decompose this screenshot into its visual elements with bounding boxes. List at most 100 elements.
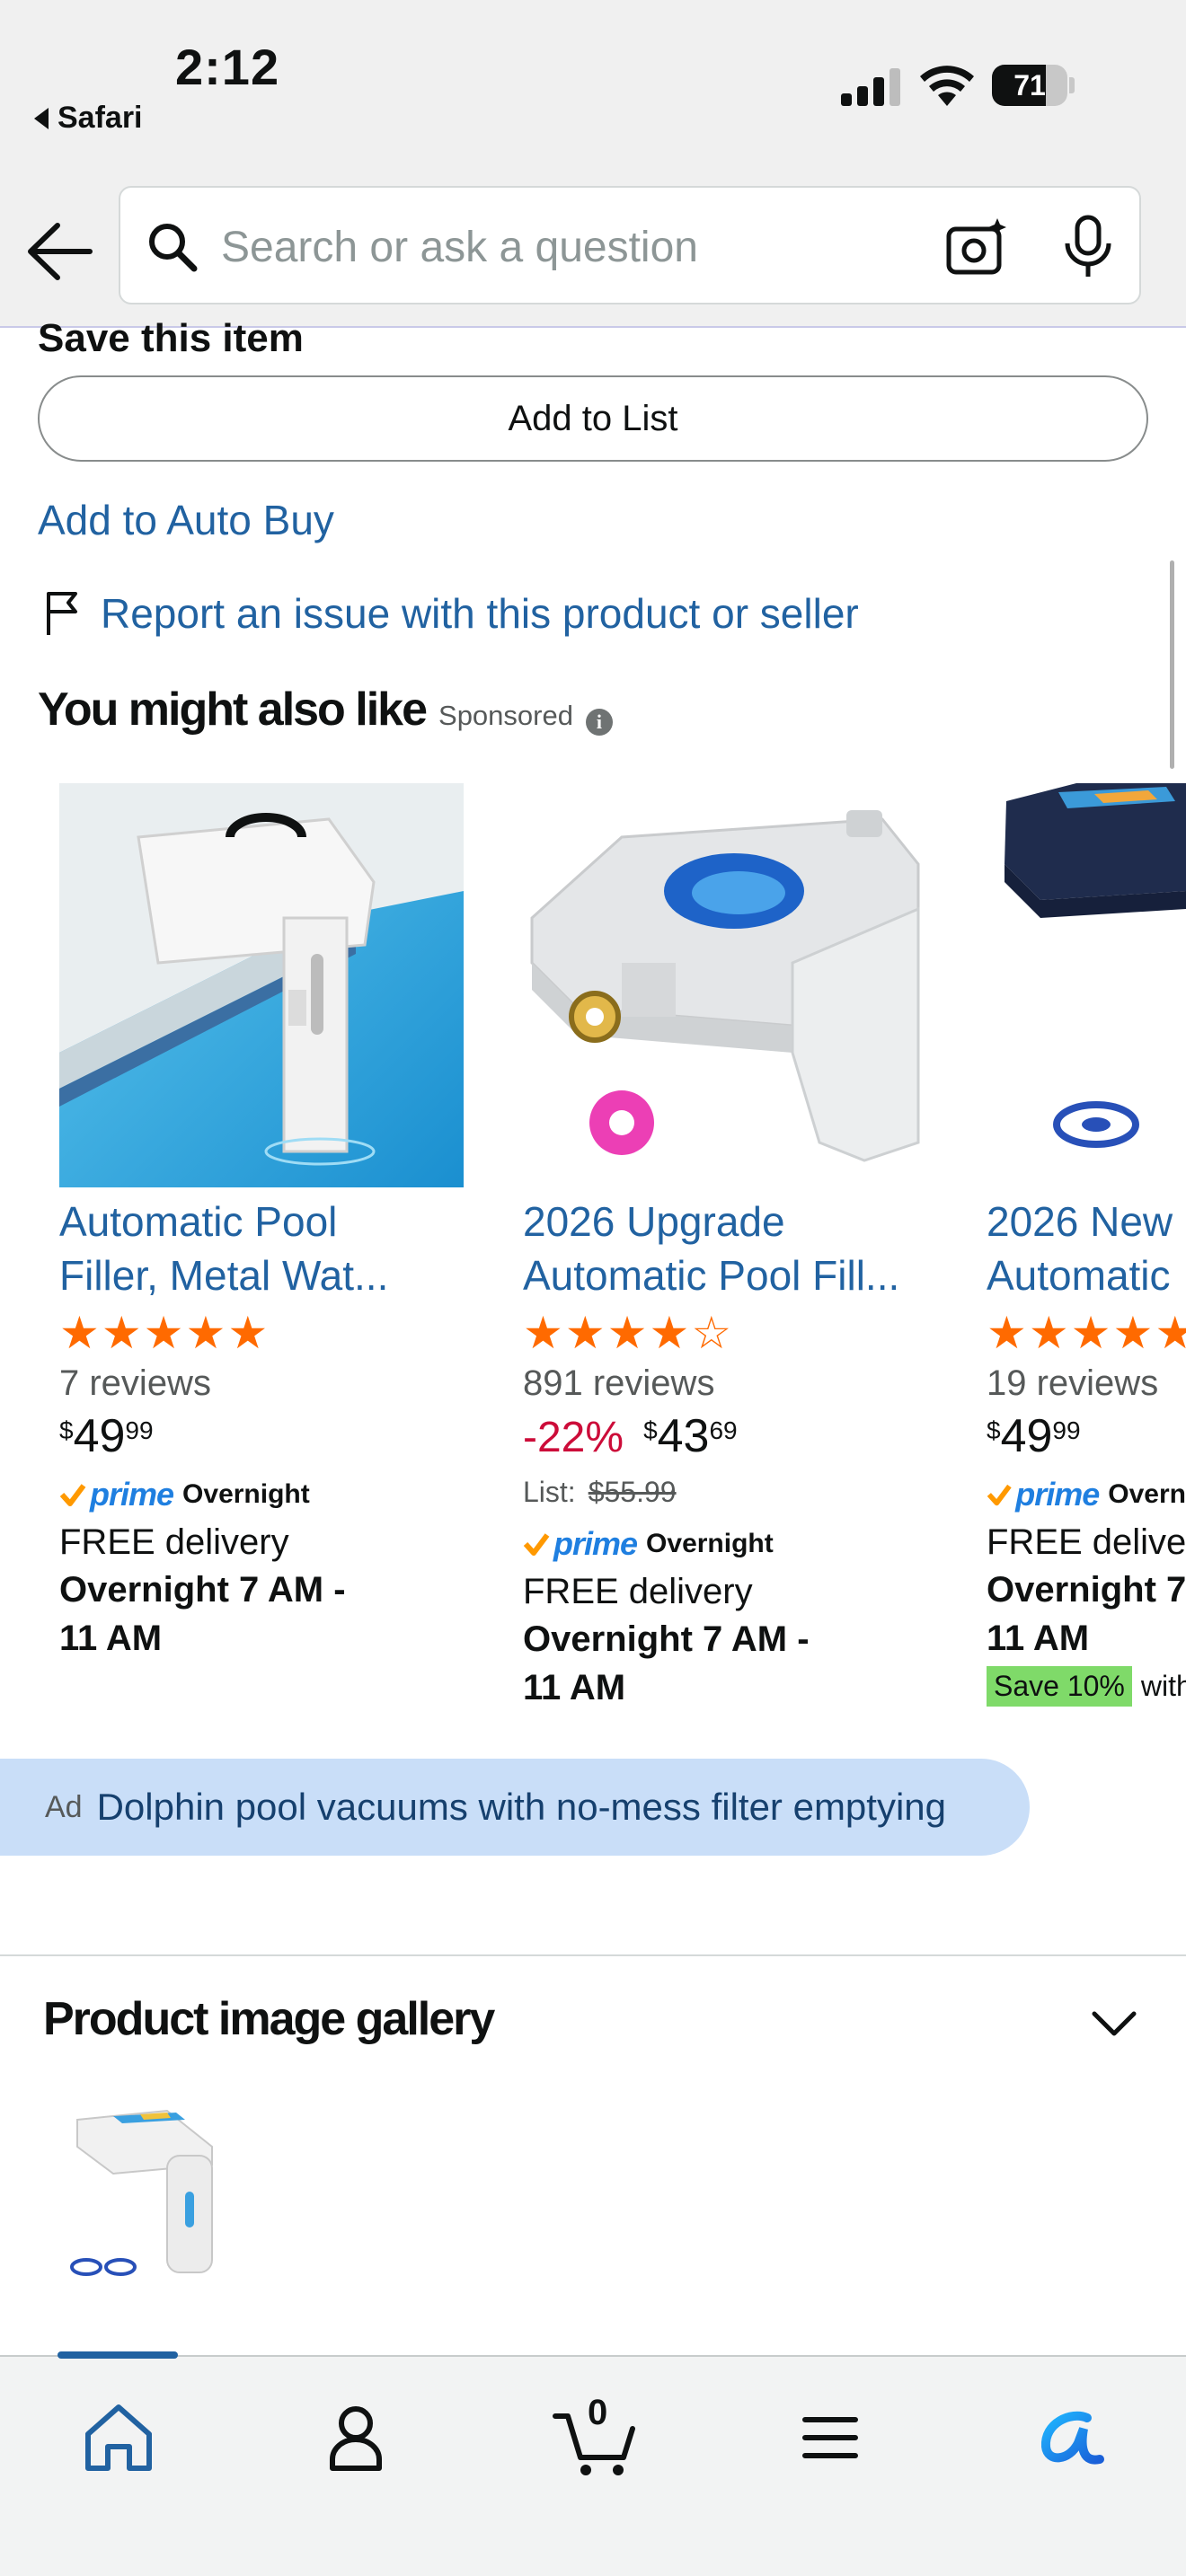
delivery-time: Overnight 7 AM -	[523, 1619, 810, 1659]
gallery-title[interactable]: Product image gallery	[43, 1992, 495, 2046]
ad-label: Ad	[45, 1789, 83, 1824]
home-icon[interactable]	[74, 2393, 164, 2483]
discount-percent: -22%	[523, 1414, 624, 1461]
product-title-line2[interactable]: Automatic Pool Fill...	[523, 1248, 936, 1302]
delivery-time-line2: 11 AM	[59, 1619, 163, 1658]
product-image[interactable]	[59, 783, 464, 1187]
back-arrow-icon[interactable]	[25, 220, 93, 283]
search-header	[0, 175, 1186, 328]
product-title[interactable]: 2026 New	[987, 1195, 1186, 1248]
price: $ 43 69	[643, 1410, 738, 1462]
microphone-icon[interactable]	[1062, 215, 1114, 279]
scroll-indicator	[1170, 560, 1174, 769]
price-row: $ 49 99	[59, 1413, 473, 1460]
delivery-time-line2: 11 AM	[987, 1619, 1090, 1658]
back-to-safari[interactable]: Safari	[34, 101, 143, 136]
cellular-signal-icon	[841, 68, 900, 106]
save-percent-badge: Save 10%	[987, 1666, 1132, 1707]
add-to-auto-buy-link[interactable]: Add to Auto Buy	[38, 496, 334, 544]
price-row: $ 49 99	[987, 1413, 1186, 1460]
product-title[interactable]: Automatic Pool	[59, 1195, 473, 1248]
battery-percent: 71	[1013, 69, 1046, 101]
delivery-text: FREE delivery	[523, 1572, 753, 1611]
star-full-icon: ★	[1155, 1308, 1186, 1358]
delivery-text: FREE deliver	[987, 1522, 1186, 1562]
wifi-icon	[920, 66, 974, 106]
star-empty-icon: ☆	[691, 1308, 732, 1358]
sponsored-label: Sponsored	[438, 700, 573, 731]
back-app-label: Safari	[58, 101, 143, 135]
recommendations-title: You might also like	[38, 684, 428, 736]
chevron-down-icon[interactable]	[1091, 2007, 1137, 2041]
product-title-line2[interactable]: Automatic	[987, 1248, 1186, 1302]
review-count[interactable]: 7 reviews	[59, 1363, 473, 1404]
prime-check-icon	[987, 1484, 1012, 1506]
battery-icon: 71	[992, 65, 1075, 106]
save-with-text: with	[1140, 1670, 1186, 1702]
cart-button[interactable]: 0	[546, 2393, 645, 2483]
product-card[interactable]: 2026 Upgrade Automatic Pool Fill... ★ ★ ★ ★…	[523, 783, 936, 1712]
rufus-icon[interactable]	[1024, 2393, 1114, 2483]
cart-count: 0	[588, 2393, 608, 2432]
ad-banner[interactable]: Ad Dolphin pool vacuums with no-mess fil…	[0, 1759, 1030, 1856]
star-full-icon: ★	[227, 1308, 269, 1358]
flag-icon	[47, 592, 77, 635]
report-issue-label: Report an issue with this product or sel…	[101, 590, 859, 637]
prime-check-icon	[59, 1484, 86, 1506]
add-to-list-button[interactable]: Add to List	[38, 375, 1148, 462]
prime-badge: prime Overnight	[59, 1476, 473, 1513]
prime-badge: prime Overn	[987, 1476, 1186, 1513]
star-full-icon: ★	[649, 1308, 690, 1358]
star-full-icon: ★	[59, 1308, 100, 1358]
save-badge: Save 10% with	[987, 1666, 1186, 1707]
review-count[interactable]: 19 reviews	[987, 1363, 1186, 1404]
status-bar: 2:12 Safari 71	[0, 0, 1186, 175]
product-title-line2[interactable]: Filler, Metal Wat...	[59, 1248, 473, 1302]
delivery-text: FREE delivery	[59, 1522, 289, 1562]
review-count[interactable]: 891 reviews	[523, 1363, 936, 1404]
save-item-heading: Save this item	[38, 316, 304, 360]
star-rating[interactable]: ★ ★ ★ ★ ★	[987, 1308, 1186, 1358]
status-time: 2:12	[175, 39, 280, 95]
back-triangle-icon	[34, 107, 49, 129]
product-image[interactable]	[987, 783, 1186, 1187]
star-full-icon: ★	[101, 1308, 142, 1358]
star-full-icon: ★	[1112, 1308, 1154, 1358]
section-divider	[0, 1954, 1186, 1956]
star-full-icon: ★	[523, 1308, 563, 1358]
ad-text[interactable]: Dolphin pool vacuums with no-mess filter…	[97, 1786, 946, 1829]
price: $ 49 99	[987, 1410, 1081, 1462]
search-input[interactable]	[221, 213, 958, 281]
product-card[interactable]: Automatic Pool Filler, Metal Wat... ★ ★ ★ ★…	[59, 783, 473, 1663]
info-icon[interactable]: i	[585, 709, 613, 736]
delivery-time: Overnight 7	[987, 1570, 1186, 1610]
bottom-navigation: 0	[0, 2351, 1186, 2576]
star-full-icon: ★	[185, 1308, 226, 1358]
product-card[interactable]: 2026 New Automatic ★ ★ ★ ★ ★ 19 reviews $ 49…	[987, 783, 1186, 1707]
star-full-icon: ★	[606, 1308, 648, 1358]
product-title[interactable]: 2026 Upgrade	[523, 1195, 936, 1248]
delivery-time-line2: 11 AM	[523, 1668, 626, 1707]
camera-search-icon[interactable]	[945, 216, 1008, 276]
prime-badge: prime Overnight	[523, 1525, 936, 1563]
star-full-icon: ★	[1028, 1308, 1069, 1358]
search-icon	[149, 224, 198, 272]
gallery-thumbnail[interactable]	[50, 2093, 257, 2299]
price: $ 49 99	[59, 1410, 154, 1462]
star-rating[interactable]: ★ ★ ★ ★ ★	[59, 1308, 473, 1358]
account-icon[interactable]	[311, 2393, 401, 2483]
prime-check-icon	[523, 1533, 550, 1556]
star-full-icon: ★	[564, 1308, 606, 1358]
star-full-icon: ★	[987, 1308, 1027, 1358]
recommendations-header: You might also like Sponsored i	[38, 683, 613, 737]
product-image[interactable]	[523, 783, 927, 1187]
report-issue-link[interactable]: Report an issue with this product or sel…	[43, 589, 859, 638]
star-rating[interactable]: ★ ★ ★ ★ ☆	[523, 1308, 936, 1358]
delivery-time: Overnight 7 AM -	[59, 1570, 346, 1610]
active-tab-indicator	[58, 2351, 178, 2359]
menu-icon[interactable]	[785, 2393, 875, 2483]
price-row: -22% $ 43 69	[523, 1413, 936, 1463]
search-box[interactable]	[119, 186, 1141, 304]
star-full-icon: ★	[1070, 1308, 1111, 1358]
list-price: List: $55.99	[523, 1476, 677, 1508]
